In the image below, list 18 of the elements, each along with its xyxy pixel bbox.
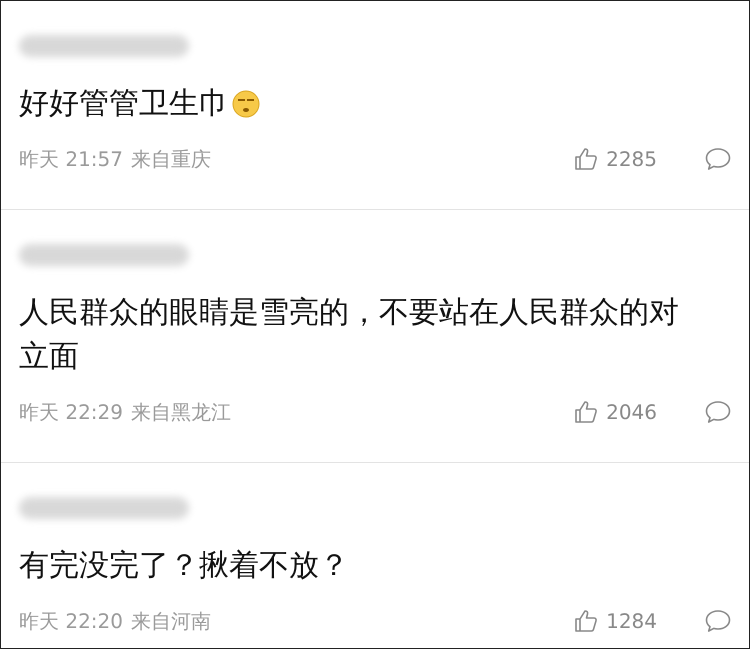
comment-location: 来自黑龙江 — [131, 398, 231, 426]
comment-location: 来自河南 — [131, 608, 211, 634]
like-count: 2285 — [606, 147, 657, 171]
comment-icon[interactable] — [705, 147, 731, 171]
comment-icon[interactable] — [705, 400, 731, 424]
thumbs-up-icon[interactable] — [574, 147, 598, 171]
thumbs-up-icon[interactable] — [574, 400, 598, 424]
comment-time: 昨天 22:20 — [19, 608, 123, 634]
comment-text: 人民群众的眼睛是雪亮的，不要站在人民群众的对立面 — [19, 294, 680, 376]
thumbs-up-icon[interactable] — [574, 609, 598, 633]
comment-text: 有完没完了？揪着不放？ — [19, 547, 349, 585]
comment-time: 昨天 22:29 — [19, 398, 123, 426]
comment-time: 昨天 21:57 — [19, 146, 123, 172]
like-count: 1284 — [606, 609, 657, 633]
comment-location: 来自重庆 — [131, 146, 211, 172]
like-count: 2046 — [606, 400, 657, 424]
comment-text: 好好管管卫生巾 — [19, 85, 229, 123]
comment-icon[interactable] — [705, 609, 731, 633]
